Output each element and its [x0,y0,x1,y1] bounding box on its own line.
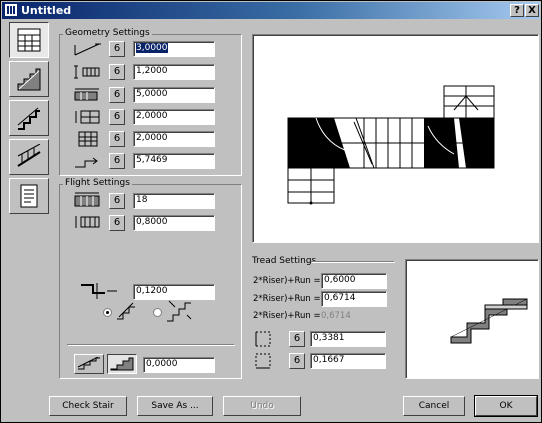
separator [67,344,235,346]
lock-button[interactable]: 6 [109,131,125,147]
hatched-structure-icon [167,300,192,322]
tread-thickness-field[interactable]: 0,1200 [133,284,215,300]
formula-value-field[interactable]: 0,6714 [321,291,387,307]
geometry-field[interactable]: 2,0000 [133,109,215,125]
separator [311,261,395,263]
tread-width-field[interactable]: 0,8000 [133,215,215,231]
riser-count-field[interactable]: 18 [133,193,215,209]
save-as-button[interactable]: Save As ... [137,396,213,416]
walking-line-icon [75,157,98,168]
tool-stair-profile[interactable] [9,61,49,97]
stair-plan-drawing [287,85,495,205]
riser-height-field[interactable]: 0,3381 [310,331,386,347]
railing-tool-icon [17,144,41,167]
plan-preview[interactable] [252,34,539,243]
help-button[interactable]: ? [510,4,524,17]
structure-option-b-radio[interactable] [153,308,162,317]
formula-value-readonly: 0,6714 [321,311,351,321]
lock-button[interactable]: 6 [109,153,125,169]
section-preview [405,259,539,379]
lock-button[interactable]: 6 [109,215,125,231]
window-title: Untitled [21,4,72,17]
landing-dimension-icon [74,88,99,101]
profile-toggle-b[interactable] [107,354,137,374]
tread-thickness-icon [81,283,117,299]
lock-button[interactable]: 6 [109,109,125,125]
geometry-field[interactable]: 1,2000 [133,64,215,80]
geometry-tool-icon [17,28,41,52]
stair-profile-b-icon [110,357,134,371]
undo-button[interactable]: Undo [223,396,301,416]
grid-dimension-icon [78,131,98,147]
geometry-field[interactable]: 3,0000 [133,41,215,57]
tool-geometry[interactable] [9,22,49,58]
geometry-field[interactable]: 5,0000 [133,87,215,103]
tread-width-icon [75,216,100,228]
lock-button[interactable]: 6 [289,331,305,347]
structure-option-a-radio[interactable] [103,308,112,317]
flight-settings-label: Flight Settings [63,178,132,188]
geometry-field[interactable]: 2,0000 [133,131,215,147]
formula-value-field[interactable]: 0,6000 [321,273,387,289]
stair-profile-a-icon [77,357,100,370]
slope-dimension-icon [74,43,101,56]
width-dimension-icon [74,65,100,79]
cancel-button[interactable]: Cancel [403,396,465,416]
check-stair-button[interactable]: Check Stair [49,396,127,416]
tread-settings-label: Tread Settings [252,256,317,266]
close-button[interactable]: X [525,4,539,17]
lock-button[interactable]: 6 [109,64,125,80]
lock-button[interactable]: 6 [109,87,125,103]
bottom-offset-field[interactable]: 0,0000 [143,357,215,373]
stair-side-tool-icon [17,107,40,130]
stair-dialog-window: Untitled ? X Geometry Settings 6 3,0000 … [0,0,542,423]
stair-section-drawing [450,298,528,344]
lock-button[interactable]: 6 [109,41,125,57]
lock-button[interactable]: 6 [289,353,305,369]
stair-profile-tool-icon [17,68,41,91]
formula-label: 2*Riser)+Run = [253,311,321,321]
document-tool-icon [20,184,38,208]
ok-button[interactable]: OK [474,395,538,417]
stringer-structure-icon [117,302,135,320]
geometry-field[interactable]: 5,7469 [133,153,215,169]
formula-label: 2*Riser)+Run = [253,276,321,286]
app-icon [5,4,17,16]
tool-document[interactable] [9,178,49,214]
formula-label: 2*Riser)+Run = [253,294,321,304]
lock-button[interactable]: 6 [109,193,125,209]
riser-height-icon [255,331,271,347]
riser-count-icon [74,192,100,207]
stair-offset-icon [75,110,100,124]
tool-stair-side[interactable] [9,100,49,136]
geometry-settings-label: Geometry Settings [63,28,152,38]
tread-run-field[interactable]: 0,1667 [310,353,386,369]
tool-railing[interactable] [9,139,49,175]
profile-toggle-a[interactable] [74,354,104,374]
tread-run-icon [255,353,271,369]
title-bar[interactable]: Untitled ? X [2,2,540,19]
